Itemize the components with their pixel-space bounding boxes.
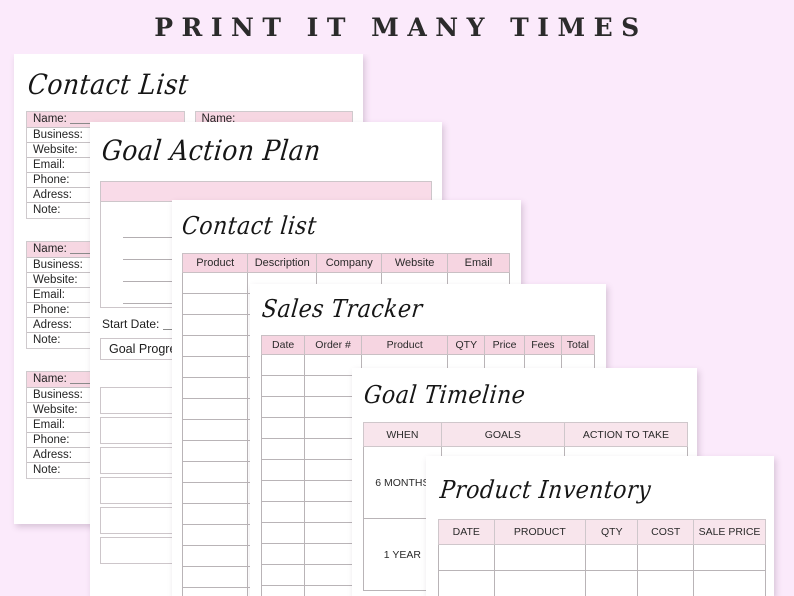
table-column-header: PRODUCT <box>493 519 587 545</box>
page-title: PRINT IT MANY TIMES <box>154 12 648 42</box>
table-column-header: COST <box>637 519 695 545</box>
contact-field-label: Adress: <box>33 449 72 461</box>
contact-field-label: Email: <box>33 289 65 301</box>
contact-field-label: Name: <box>33 113 67 125</box>
table-cell[interactable] <box>260 459 306 481</box>
table-cell[interactable] <box>260 501 306 523</box>
table-cell[interactable] <box>181 545 249 567</box>
table-cell[interactable] <box>260 480 306 502</box>
contact-field-label: Email: <box>33 419 65 431</box>
table-cell[interactable] <box>181 524 249 546</box>
table-column-header: GOALS <box>440 422 565 447</box>
table-cell[interactable] <box>260 375 306 397</box>
table-row[interactable] <box>438 570 766 596</box>
table-cell[interactable] <box>260 543 306 565</box>
table-column-header: Product <box>360 335 449 355</box>
contact-field-label: Name: <box>33 243 67 255</box>
table-header-row: DATE PRODUCT QTY COST SALE PRICE <box>438 519 766 545</box>
table-column-header: Company <box>316 253 383 273</box>
table-cell[interactable] <box>181 503 249 525</box>
table-header-row: WHEN GOALS ACTION TO TAKE <box>363 422 689 447</box>
contact-field-label: Phone: <box>33 174 70 186</box>
table-header-row: Product Description Company Website Email <box>181 253 511 273</box>
table-cell[interactable] <box>693 544 766 571</box>
printable-sheet-product-inventory[interactable]: Product Inventory DATE PRODUCT QTY COST SALE… <box>426 456 774 596</box>
table-column-header: Website <box>381 253 448 273</box>
sheet-title-contact-list: Contact List <box>26 68 191 101</box>
table-cell[interactable] <box>181 272 249 294</box>
table-cell[interactable] <box>260 522 306 544</box>
contact-field-label: Name: <box>33 373 67 385</box>
table-row[interactable] <box>438 544 766 571</box>
table-header-row: Date Order # Product QTY Price Fees Total <box>260 335 596 355</box>
table-cell[interactable] <box>438 544 495 571</box>
table-column-header: Email <box>446 253 511 273</box>
contact-field-label: Adress: <box>33 319 72 331</box>
sheet-title-goal-timeline: Goal Timeline <box>362 381 527 410</box>
table-cell[interactable] <box>260 438 306 460</box>
sheet-title-sales-tracker: Sales Tracker <box>260 295 425 324</box>
table-cell[interactable] <box>693 570 766 596</box>
table-cell[interactable] <box>260 564 306 586</box>
contact-field-label: Email: <box>33 159 65 171</box>
table-column-header: QTY <box>585 519 639 545</box>
sheet-title-contact-table: Contact list <box>180 212 319 241</box>
table-cell[interactable] <box>585 570 639 596</box>
contact-field-label: Phone: <box>33 304 70 316</box>
table-cell[interactable] <box>260 585 306 596</box>
table-cell[interactable] <box>181 461 249 483</box>
table-cell[interactable] <box>260 354 306 376</box>
table-cell[interactable] <box>181 293 249 315</box>
table-cell[interactable] <box>493 570 587 596</box>
product-inventory-table[interactable]: DATE PRODUCT QTY COST SALE PRICE <box>438 519 766 596</box>
start-date-label: Start Date: <box>102 317 160 331</box>
table-cell[interactable] <box>637 544 695 571</box>
sheet-title-product-inventory: Product Inventory <box>438 476 653 505</box>
sheet-title-goal-action-plan: Goal Action Plan <box>100 134 323 167</box>
contact-field-label: Phone: <box>33 434 70 446</box>
table-cell[interactable] <box>260 396 306 418</box>
table-cell[interactable] <box>181 314 249 336</box>
table-cell[interactable] <box>637 570 695 596</box>
contact-field-label: Business: <box>33 259 83 271</box>
table-column-header: DATE <box>438 519 495 545</box>
page-header-banner: PRINT IT MANY TIMES <box>0 0 794 54</box>
table-column-header: Order # <box>304 335 362 355</box>
table-column-header: ACTION TO TAKE <box>563 422 689 447</box>
contact-field-label: Website: <box>33 144 78 156</box>
contact-field-label: Note: <box>33 334 61 346</box>
table-column-header: WHEN <box>363 422 442 447</box>
table-cell[interactable] <box>181 419 249 441</box>
table-cell[interactable] <box>181 335 249 357</box>
table-cell[interactable] <box>181 356 249 378</box>
table-cell[interactable] <box>585 544 639 571</box>
table-cell[interactable] <box>181 377 249 399</box>
table-cell[interactable] <box>181 398 249 420</box>
table-column-header: Description <box>247 253 318 273</box>
table-cell[interactable] <box>181 587 249 596</box>
table-column-header: SALE PRICE <box>693 519 766 545</box>
table-column-header: QTY <box>447 335 486 355</box>
contact-field-label: Note: <box>33 464 61 476</box>
table-column-header: Date <box>260 335 306 355</box>
table-column-header: Product <box>181 253 249 273</box>
table-column-header: Price <box>484 335 526 355</box>
table-column-header: Total <box>560 335 596 355</box>
table-column-header: Fees <box>524 335 562 355</box>
table-cell[interactable] <box>260 417 306 439</box>
table-cell[interactable] <box>493 544 587 571</box>
goal-header-bar <box>100 181 432 202</box>
table-cell[interactable] <box>181 482 249 504</box>
contact-field-label: Business: <box>33 389 83 401</box>
contact-field-label: Website: <box>33 274 78 286</box>
contact-field-label: Adress: <box>33 189 72 201</box>
table-cell[interactable] <box>438 570 495 596</box>
table-cell[interactable] <box>181 566 249 588</box>
contact-field-label: Business: <box>33 129 83 141</box>
contact-field-label: Website: <box>33 404 78 416</box>
table-cell[interactable] <box>181 440 249 462</box>
contact-field-label: Note: <box>33 204 61 216</box>
